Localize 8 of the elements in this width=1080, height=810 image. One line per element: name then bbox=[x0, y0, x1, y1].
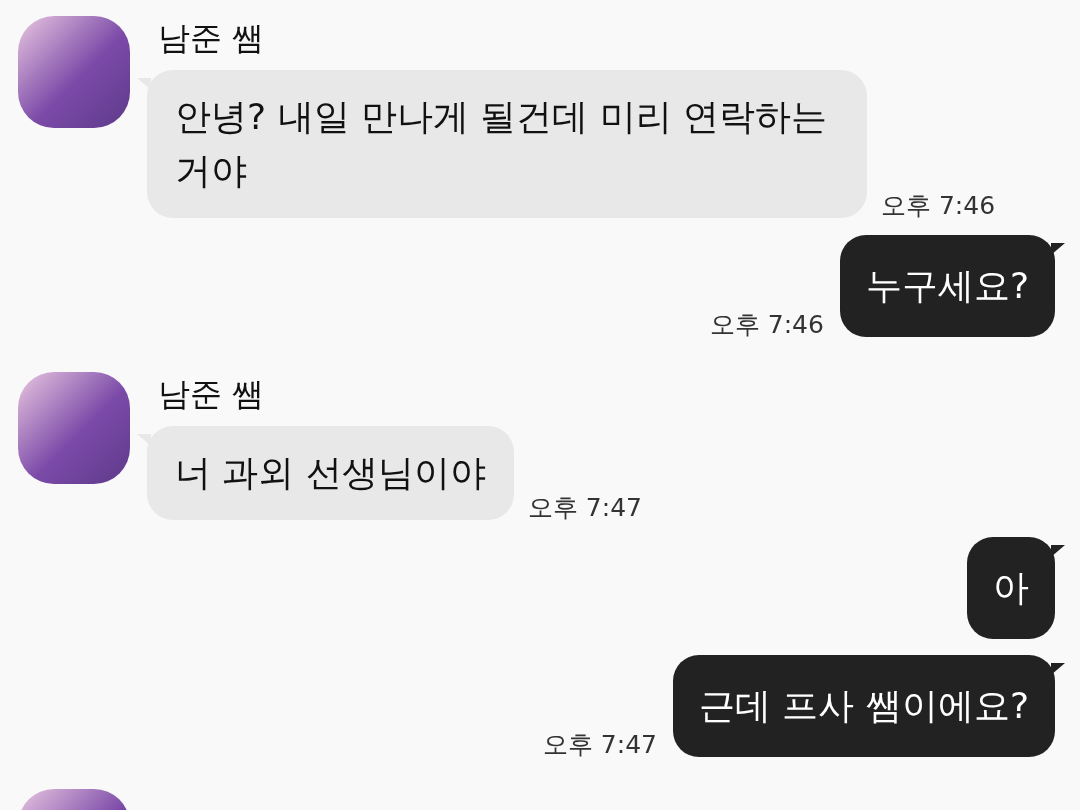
sender-name: 남준 쌤 bbox=[158, 374, 266, 415]
message-time: 오후 7:46 bbox=[881, 190, 996, 222]
message-time: 오후 7:47 bbox=[542, 729, 657, 761]
avatar-photo-placeholder[interactable] bbox=[18, 16, 130, 128]
sender-name: 남준 쌤 bbox=[158, 18, 266, 59]
message-time: 오후 7:47 bbox=[527, 492, 642, 524]
message-time: 오후 7:46 bbox=[709, 309, 824, 341]
avatar-photo-placeholder[interactable] bbox=[18, 372, 130, 484]
